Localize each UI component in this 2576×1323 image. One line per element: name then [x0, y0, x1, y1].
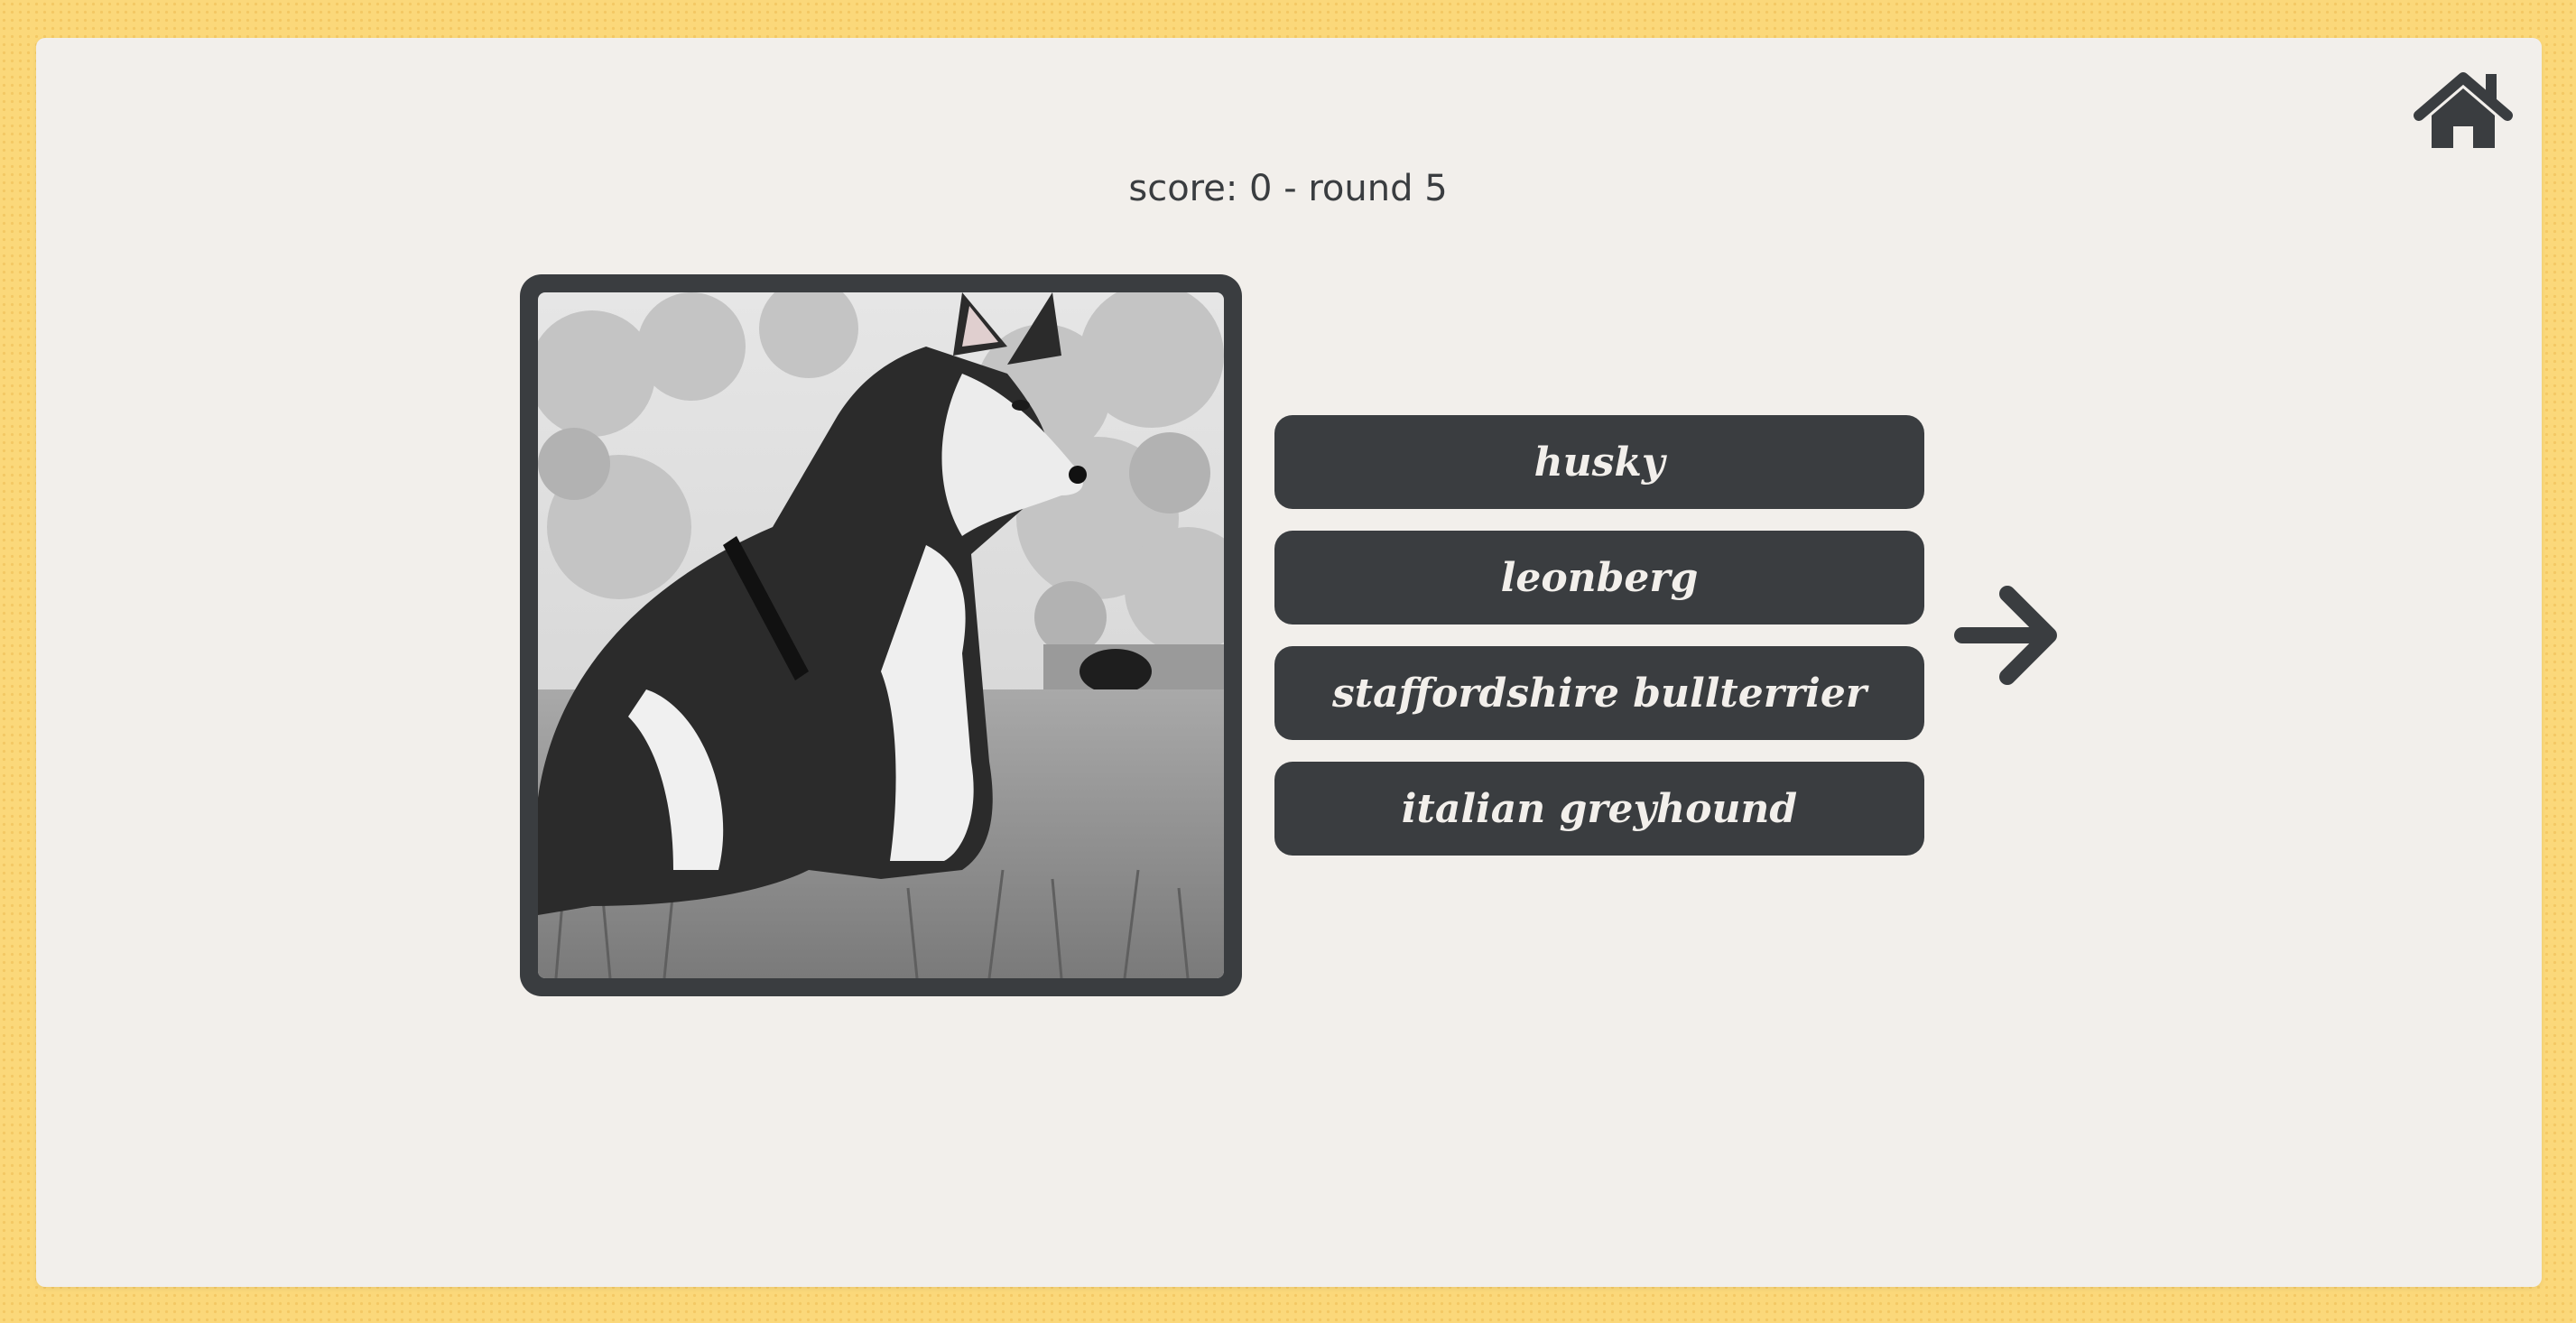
answer-button-italian-greyhound[interactable]: italian greyhound: [1274, 762, 1924, 856]
answer-button-leonberg[interactable]: leonberg: [1274, 531, 1924, 624]
answer-button-husky[interactable]: husky: [1274, 415, 1924, 509]
home-icon: [2414, 72, 2513, 148]
arrow-right-icon: [1954, 586, 2057, 685]
dog-photo: [538, 292, 1224, 978]
photo-frame: [520, 274, 1242, 996]
score-round-label: score: 0 - round 5: [1128, 168, 1448, 209]
home-button[interactable]: [2414, 69, 2513, 152]
answer-options: husky leonberg staffordshire bullterrier…: [1274, 415, 1924, 877]
answer-button-staffordshire-bullterrier[interactable]: staffordshire bullterrier: [1274, 646, 1924, 740]
next-button[interactable]: [1953, 583, 2062, 688]
